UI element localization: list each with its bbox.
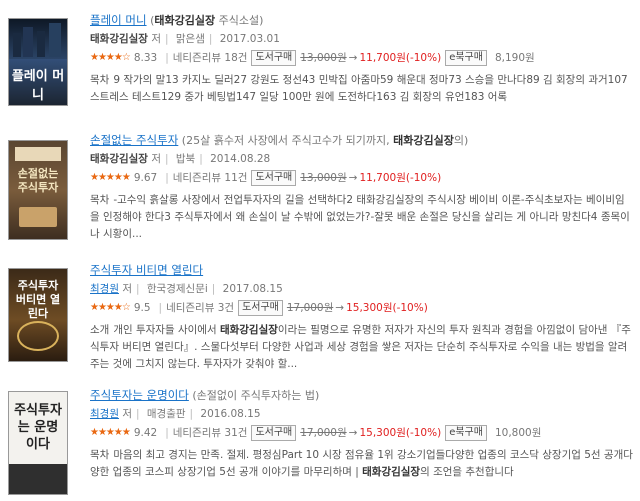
book-cover[interactable]: 손절없는 주식투자: [8, 140, 68, 240]
publisher[interactable]: 한국경제신문i: [147, 283, 208, 295]
original-price: 17,000원: [300, 427, 347, 439]
review-count[interactable]: 네티즌리뷰 11건: [173, 168, 248, 188]
rating-score: 9.5: [133, 302, 151, 314]
book-cover[interactable]: 주식투자는 운명이다: [8, 391, 68, 495]
buy-ebook-button[interactable]: e북구매: [445, 425, 487, 441]
book-item: 주식투자 버티면 열린다 주식투자 비티면 열린다 최경원 저 | 한국경제신문i…: [0, 260, 640, 370]
price-arrow: →: [348, 172, 358, 184]
cover-title: 손절없는 주식투자: [17, 167, 59, 194]
cover-title: 플레이 머니: [11, 69, 65, 103]
book-item: 플레이 머니 플레이 머니 (태화강김실장 주식소설) 태화강김실장 저 | 맑은…: [0, 10, 640, 120]
price-arrow: →: [335, 302, 345, 314]
rating-score: 9.42: [133, 427, 158, 439]
rating-stars: ★★★★☆: [90, 52, 131, 63]
book-description: 목차 마음의 최고 경지는 만족. 절제. 평정심Part 10 시장 점유율 1…: [90, 449, 633, 478]
buy-book-button[interactable]: 도서구매: [251, 170, 297, 186]
publish-date: 2017.08.15: [222, 283, 283, 295]
book-item: 주식투자는 운명이다 주식투자는 운명이다 (손절없이 주식투자하는 법) 최경…: [0, 385, 640, 501]
buy-book-button[interactable]: 도서구매: [251, 425, 297, 441]
original-price: 13,000원: [300, 172, 347, 184]
author-name[interactable]: 최경원: [90, 283, 119, 295]
original-price: 13,000원: [300, 52, 347, 64]
publish-date: 2017.03.01: [219, 33, 280, 45]
book-cover[interactable]: 주식투자 버티면 열린다: [8, 268, 68, 362]
book-title-link[interactable]: 주식투자 비티면 열린다: [90, 263, 203, 277]
author-name[interactable]: 태화강김실장: [90, 33, 148, 45]
review-count[interactable]: 네티즌리뷰 3건: [166, 298, 234, 318]
rating-stars: ★★★★★: [90, 427, 131, 438]
rating-score: 8.33: [133, 52, 158, 64]
price-arrow: →: [348, 427, 358, 439]
rating-stars: ★★★★☆: [90, 302, 131, 313]
buy-ebook-button[interactable]: e북구매: [445, 50, 487, 66]
rating-score: 9.67: [133, 172, 158, 184]
author-name[interactable]: 최경원: [90, 408, 119, 420]
author-role: 저: [151, 153, 161, 165]
ebook-price: 10,800원: [494, 427, 542, 439]
book-title-link[interactable]: 주식투자는 운명이다: [90, 388, 189, 402]
book-subtitle: (태화강김실장 주식소설): [150, 14, 264, 27]
cover-title: 주식투자 버티면 열린다: [15, 279, 61, 320]
publisher[interactable]: 맑은샘: [176, 33, 205, 45]
sale-price: 15,300원(-10%): [359, 427, 442, 439]
cover-title: 주식투자는 운명이다: [14, 403, 62, 452]
book-description: 목차 -고수익 흙살롱 사장에서 전업투자자의 길을 선택하다2 태화강김실장의 …: [90, 194, 630, 240]
author-role: 저: [122, 408, 132, 420]
author-role: 저: [122, 283, 132, 295]
publisher[interactable]: 매경출판: [147, 408, 186, 420]
book-cover[interactable]: 플레이 머니: [8, 18, 68, 106]
author-role: 저: [151, 33, 161, 45]
review-count[interactable]: 네티즌리뷰 31건: [173, 423, 248, 443]
original-price: 17,000원: [286, 302, 334, 314]
book-title-link[interactable]: 플레이 머니: [90, 13, 147, 27]
sale-price: 15,300원(-10%): [346, 302, 428, 314]
book-description: 목차 9 작가의 말13 카지노 딜러27 강원도 정선43 민박집 아줌마59 …: [90, 74, 628, 103]
author-name[interactable]: 태화강김실장: [90, 153, 148, 165]
publish-date: 2014.08.28: [210, 153, 271, 165]
ebook-price: 8,190원: [494, 52, 535, 64]
book-subtitle: (손절없이 주식투자하는 법): [192, 389, 320, 402]
buy-book-button[interactable]: 도서구매: [251, 50, 297, 66]
price-arrow: →: [348, 52, 358, 64]
book-subtitle: (25살 흙수저 사장에서 주식고수가 되기까지, 태화강김실장의): [181, 134, 469, 147]
publish-date: 2016.08.15: [200, 408, 261, 420]
sale-price: 11,700원(-10%): [359, 52, 442, 64]
review-count[interactable]: 네티즌리뷰 18건: [173, 48, 248, 68]
buy-book-button[interactable]: 도서구매: [238, 300, 283, 316]
book-title-link[interactable]: 손절없는 주식투자: [90, 133, 178, 147]
rating-stars: ★★★★★: [90, 172, 131, 183]
sale-price: 11,700원(-10%): [359, 172, 442, 184]
book-description: 소개 개인 투자자들 사이에서 태화강김실장이라는 필명으로 유명한 저자가 자신…: [90, 324, 631, 370]
publisher[interactable]: 밥북: [176, 153, 195, 165]
book-item: 손절없는 주식투자 손절없는 주식투자 (25살 흙수저 사장에서 주식고수가 …: [0, 130, 640, 250]
